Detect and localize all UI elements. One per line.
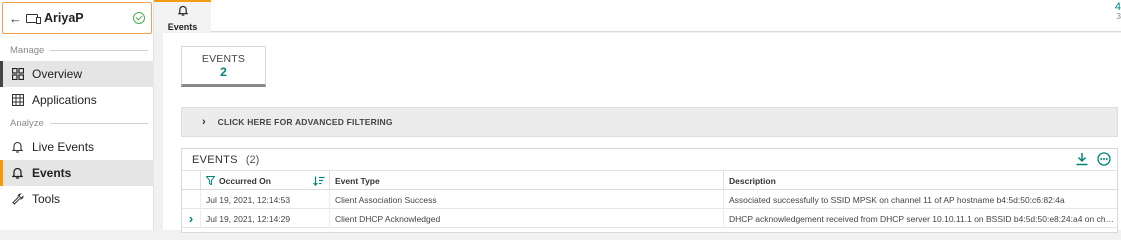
- bell-icon: [176, 3, 189, 21]
- section-label-text: Manage: [10, 44, 45, 56]
- row-expand-cell[interactable]: ›: [182, 209, 201, 228]
- column-header-label: Description: [729, 175, 776, 186]
- chevron-right-icon[interactable]: ›: [189, 211, 193, 226]
- advanced-filter-bar[interactable]: › CLICK HERE FOR ADVANCED FILTERING: [181, 107, 1118, 137]
- table-header-row: Occurred On Event Type Description: [182, 171, 1117, 190]
- sidebar-item-label: Overview: [32, 67, 83, 81]
- events-table-panel: EVENTS (2) Occurred On Event Type Descri…: [181, 148, 1118, 233]
- more-options-icon[interactable]: [1097, 152, 1111, 171]
- sidebar-item-label: Live Events: [32, 140, 95, 154]
- app-root: ← AriyaP Manage Overview Applications An…: [0, 0, 1121, 233]
- section-label-text: Analyze: [10, 117, 44, 129]
- bell-icon: [11, 167, 24, 180]
- wrench-icon: [11, 193, 24, 206]
- table-title: EVENTS: [192, 153, 238, 166]
- device-name: AriyaP: [44, 11, 84, 25]
- sidebar-item-tools[interactable]: Tools: [0, 186, 154, 212]
- sidebar-item-overview[interactable]: Overview: [0, 61, 154, 87]
- column-header-label: Occurred On: [219, 175, 271, 186]
- tab-events[interactable]: Events: [154, 0, 211, 32]
- sidebar-item-events[interactable]: Events: [0, 160, 154, 186]
- top-tab-bar: Events 4 3: [154, 0, 1121, 32]
- device-header[interactable]: ← AriyaP: [2, 2, 152, 34]
- arrow-left-icon[interactable]: ←: [9, 11, 22, 26]
- row-expand-cell: [182, 190, 201, 209]
- cell-description: Associated successfully to SSID MPSK on …: [729, 194, 1065, 205]
- cell-event-type: Client Association Success: [330, 190, 724, 209]
- sidebar-item-label: Events: [32, 166, 72, 180]
- corner-indicator: 4 3: [1115, 2, 1121, 22]
- sidebar-item-label: Tools: [32, 192, 61, 206]
- corner-indicator-bottom: 3: [1116, 12, 1121, 21]
- sidebar-item-applications[interactable]: Applications: [0, 87, 154, 113]
- cell-event-type: Client DHCP Acknowledged: [330, 209, 724, 228]
- main-content: EVENTS 2 › CLICK HERE FOR ADVANCED FILTE…: [163, 33, 1121, 233]
- device-icon: [26, 13, 41, 24]
- filter-icon[interactable]: [206, 176, 215, 185]
- bell-icon: [11, 141, 24, 154]
- table-row[interactable]: › Jul 19, 2021, 12:14:29 Client DHCP Ack…: [182, 209, 1117, 228]
- cell-occurred-on: Jul 19, 2021, 12:14:53: [201, 190, 330, 209]
- events-table-header: EVENTS (2): [182, 149, 1117, 171]
- table-count: (2): [245, 153, 260, 166]
- chevron-right-icon: ›: [202, 116, 206, 128]
- column-header-description[interactable]: Description: [724, 171, 1117, 190]
- check-circle-icon: [133, 12, 145, 24]
- cell-occurred-on: Jul 19, 2021, 12:14:29: [201, 209, 330, 228]
- table-row[interactable]: Jul 19, 2021, 12:14:53 Client Associatio…: [182, 190, 1117, 209]
- expand-column-header: [182, 171, 201, 190]
- sort-descending-icon[interactable]: [313, 176, 325, 186]
- advanced-filter-label: CLICK HERE FOR ADVANCED FILTERING: [217, 117, 393, 127]
- column-header-occurred-on[interactable]: Occurred On: [201, 171, 330, 190]
- tab-label: Events: [167, 22, 198, 32]
- sidebar: ← AriyaP Manage Overview Applications An…: [0, 0, 154, 230]
- table-actions: [1075, 152, 1111, 171]
- section-label-manage: Manage: [0, 44, 154, 56]
- sidebar-item-live-events[interactable]: Live Events: [0, 134, 154, 160]
- column-header-event-type[interactable]: Event Type: [330, 171, 724, 190]
- download-icon[interactable]: [1075, 152, 1089, 171]
- cell-description: DHCP acknowledgement received from DHCP …: [729, 213, 1115, 224]
- section-label-analyze: Analyze: [0, 117, 154, 129]
- grid-icon: [11, 68, 24, 81]
- column-header-label: Event Type: [335, 175, 380, 186]
- summary-count: 2: [220, 64, 227, 79]
- summary-label: EVENTS: [201, 52, 246, 65]
- events-summary-card[interactable]: EVENTS 2: [181, 46, 266, 87]
- sidebar-item-label: Applications: [32, 93, 97, 107]
- apps-icon: [11, 94, 24, 107]
